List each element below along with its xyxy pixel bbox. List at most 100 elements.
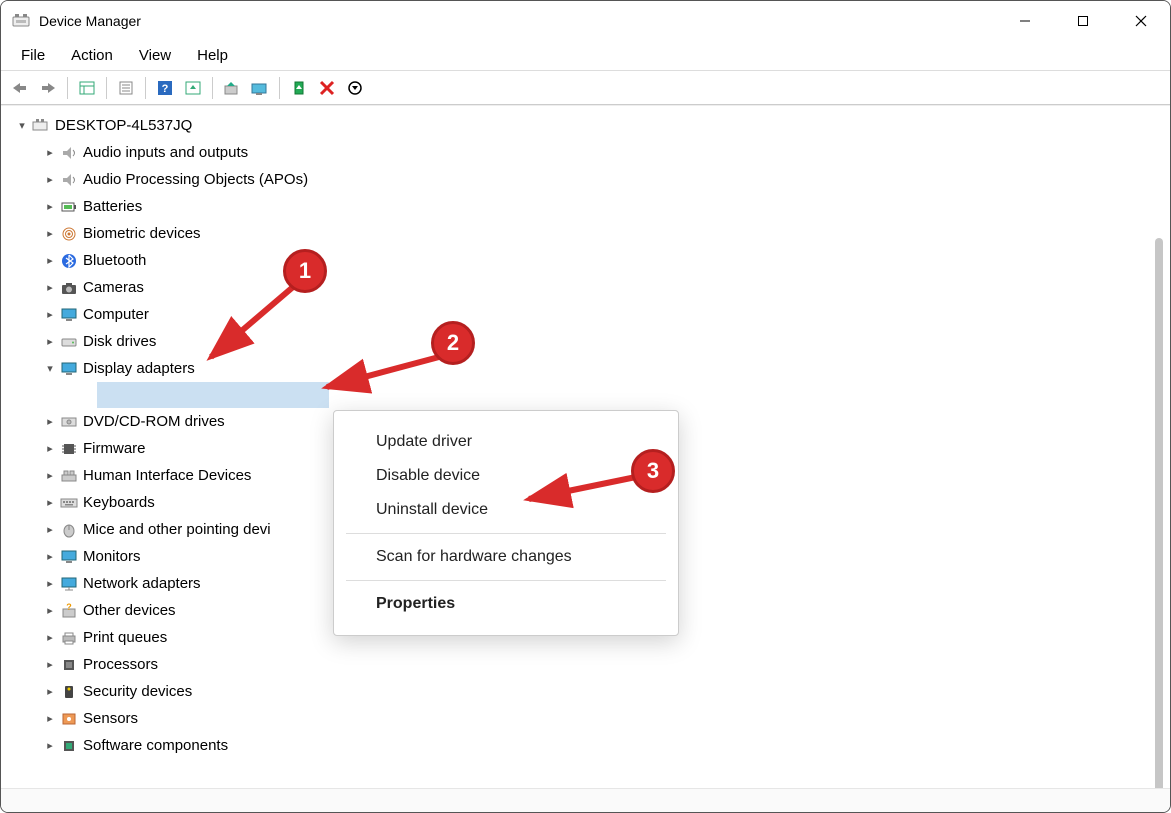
statusbar [1, 788, 1170, 812]
tree-item-label: Display adapters [83, 360, 195, 377]
tree-item-label: Audio Processing Objects (APOs) [83, 171, 308, 188]
tree-item[interactable]: ▸ Software components [7, 732, 1170, 759]
tree-item-label: Audio inputs and outputs [83, 144, 248, 161]
show-hide-tree-button[interactable] [74, 75, 100, 101]
properties-button[interactable] [113, 75, 139, 101]
menu-help[interactable]: Help [185, 43, 240, 68]
tree-item[interactable]: ▸ Cameras [7, 274, 1170, 301]
tree-item-label: Network adapters [83, 575, 201, 592]
menu-action[interactable]: Action [59, 43, 125, 68]
chevron-down-icon[interactable]: ▾ [13, 119, 31, 132]
tree-item-display-adapters[interactable]: ▾ Display adapters [7, 355, 1170, 382]
tree-item-label: DVD/CD-ROM drives [83, 413, 225, 430]
add-driver-button[interactable] [247, 75, 273, 101]
tree-item-label: Biometric devices [83, 225, 201, 242]
chevron-right-icon[interactable]: ▸ [41, 415, 59, 428]
disable-device-button[interactable] [342, 75, 368, 101]
vertical-scrollbar[interactable] [1152, 238, 1166, 788]
chevron-right-icon[interactable]: ▸ [41, 227, 59, 240]
help-button[interactable]: ? [152, 75, 178, 101]
security-icon [59, 682, 79, 702]
tree-item[interactable]: ▸Sensors [7, 705, 1170, 732]
menubar: File Action View Help [1, 41, 1170, 71]
scan-hardware-button[interactable] [180, 75, 206, 101]
toolbar: ? [1, 71, 1170, 105]
unknown-device-icon: ? [59, 601, 79, 621]
network-icon [59, 574, 79, 594]
ctx-disable-device[interactable]: Disable device [334, 459, 678, 493]
tree-item-label: Other devices [83, 602, 176, 619]
chevron-right-icon[interactable]: ▸ [41, 173, 59, 186]
uninstall-device-button[interactable] [314, 75, 340, 101]
device-manager-window: Device Manager File Action View Help ? [0, 0, 1171, 813]
component-icon [59, 736, 79, 756]
monitor-icon [59, 547, 79, 567]
update-driver-button[interactable] [219, 75, 245, 101]
selected-device-item[interactable] [97, 382, 329, 408]
tree-item[interactable]: ▸ Processors [7, 651, 1170, 678]
tree-root-label: DESKTOP-4L537JQ [55, 117, 192, 134]
tree-item-label: Software components [83, 737, 228, 754]
ctx-update-driver[interactable]: Update driver [334, 425, 678, 459]
tree-item-label: Print queues [83, 629, 167, 646]
ctx-properties[interactable]: Properties [334, 587, 678, 621]
ctx-separator [346, 533, 666, 534]
chevron-right-icon[interactable]: ▸ [41, 577, 59, 590]
tree-item[interactable]: ▸ Audio inputs and outputs [7, 139, 1170, 166]
chevron-right-icon[interactable]: ▸ [41, 254, 59, 267]
tree-item-label: Cameras [83, 279, 144, 296]
chevron-right-icon[interactable]: ▸ [41, 631, 59, 644]
menu-view[interactable]: View [127, 43, 183, 68]
camera-icon [59, 278, 79, 298]
chevron-right-icon[interactable]: ▸ [41, 281, 59, 294]
tree-item[interactable]: ▸ Bluetooth [7, 247, 1170, 274]
chevron-right-icon[interactable]: ▸ [41, 335, 59, 348]
window-title: Device Manager [39, 13, 141, 29]
ctx-scan-hardware[interactable]: Scan for hardware changes [334, 540, 678, 574]
computer-icon [31, 116, 51, 136]
tree-item-label: Mice and other pointing devi [83, 521, 271, 538]
tree-item-label: Bluetooth [83, 252, 146, 269]
forward-button[interactable] [35, 75, 61, 101]
speaker-icon [59, 170, 79, 190]
mouse-icon [59, 520, 79, 540]
tree-item[interactable]: ▸ Audio Processing Objects (APOs) [7, 166, 1170, 193]
ctx-uninstall-device[interactable]: Uninstall device [334, 493, 678, 527]
maximize-button[interactable] [1054, 1, 1112, 41]
tree-item-label: Keyboards [83, 494, 155, 511]
tree-item[interactable]: ▸ Biometric devices [7, 220, 1170, 247]
enable-device-button[interactable] [286, 75, 312, 101]
display-adapter-icon [59, 359, 79, 379]
back-button[interactable] [7, 75, 33, 101]
scrollbar-thumb[interactable] [1155, 238, 1163, 788]
chevron-right-icon[interactable]: ▸ [41, 685, 59, 698]
chevron-right-icon[interactable]: ▸ [41, 604, 59, 617]
chevron-right-icon[interactable]: ▸ [41, 469, 59, 482]
tree-item-label: Batteries [83, 198, 142, 215]
tree-item[interactable]: ▸Computer [7, 301, 1170, 328]
chevron-right-icon[interactable]: ▸ [41, 496, 59, 509]
annotation-badge-1: 1 [283, 249, 327, 293]
chevron-right-icon[interactable]: ▸ [41, 658, 59, 671]
chevron-right-icon[interactable]: ▸ [41, 308, 59, 321]
menu-file[interactable]: File [9, 43, 57, 68]
printer-icon [59, 628, 79, 648]
chevron-right-icon[interactable]: ▸ [41, 442, 59, 455]
optical-drive-icon [59, 412, 79, 432]
chevron-down-icon[interactable]: ▾ [41, 362, 59, 375]
tree-item[interactable]: ▸ Batteries [7, 193, 1170, 220]
tree-item-label: Disk drives [83, 333, 156, 350]
tree-item[interactable]: ▸ Disk drives [7, 328, 1170, 355]
tree-item-label: Processors [83, 656, 158, 673]
close-button[interactable] [1112, 1, 1170, 41]
chevron-right-icon[interactable]: ▸ [41, 523, 59, 536]
chip-icon [59, 439, 79, 459]
tree-item[interactable]: ▸Security devices [7, 678, 1170, 705]
chevron-right-icon[interactable]: ▸ [41, 550, 59, 563]
chevron-right-icon[interactable]: ▸ [41, 712, 59, 725]
chevron-right-icon[interactable]: ▸ [41, 200, 59, 213]
chevron-right-icon[interactable]: ▸ [41, 146, 59, 159]
chevron-right-icon[interactable]: ▸ [41, 739, 59, 752]
minimize-button[interactable] [996, 1, 1054, 41]
tree-root[interactable]: ▾ DESKTOP-4L537JQ [7, 112, 1170, 139]
